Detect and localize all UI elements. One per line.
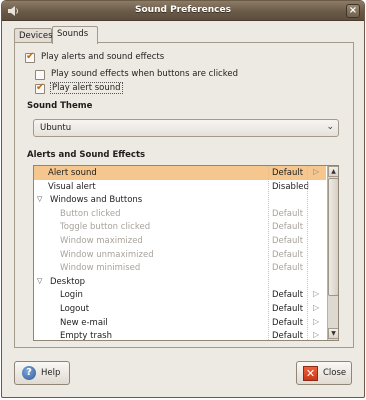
scroll-thumb[interactable]: [328, 178, 338, 296]
column-divider: [307, 166, 308, 340]
list-item-name: New e-mail: [60, 317, 108, 328]
list-item[interactable]: Window maximized Default: [34, 234, 326, 248]
list-item-name: Login: [60, 290, 83, 301]
list-item-name: Logout: [60, 304, 90, 314]
scroll-down-button[interactable]: ▼: [328, 328, 338, 339]
play-icon[interactable]: ▷: [313, 167, 319, 176]
list-item-status: Default: [272, 263, 304, 274]
list-item-name: Window unmaximized: [60, 249, 154, 260]
alerts-heading: Alerts and Sound Effects: [27, 150, 146, 160]
list-item-name: Button clicked: [60, 208, 121, 219]
list-item[interactable]: ▽ Desktop: [34, 275, 326, 289]
close-button[interactable]: ✕ Close: [296, 361, 352, 385]
list-item-status: Default: [272, 304, 304, 314]
list-item-name: Empty trash: [60, 331, 112, 341]
column-divider: [268, 166, 269, 340]
play-alerts-checkbox[interactable]: [25, 51, 35, 63]
alert-sound-checkbox[interactable]: [35, 82, 45, 94]
button-sounds-checkbox[interactable]: [35, 70, 45, 80]
list-item-name: Visual alert: [48, 181, 96, 192]
list-item[interactable]: ▽ Windows and Buttons: [34, 193, 326, 207]
alert-sound-label[interactable]: Play alert sound: [50, 82, 123, 94]
list-item-name: Toggle button clicked: [60, 222, 151, 233]
play-icon[interactable]: ▷: [313, 303, 319, 312]
play-icon[interactable]: ▷: [313, 330, 319, 339]
list-item[interactable]: New e-mail Default ▷: [34, 316, 326, 330]
play-icon[interactable]: ▷: [313, 317, 319, 326]
tab-sounds[interactable]: Sounds: [52, 26, 98, 44]
sound-theme-dropdown[interactable]: Ubuntu ⌄: [33, 119, 339, 137]
list-item-name: Desktop: [50, 276, 86, 287]
list-item-name: Window maximized: [60, 236, 143, 246]
list-item-status: Default: [272, 168, 304, 178]
list-item[interactable]: Logout Default ▷: [34, 302, 326, 316]
list-item-status: Disabled: [272, 181, 309, 192]
expander-icon[interactable]: ▽: [37, 277, 42, 285]
list-item-status: Default: [272, 317, 304, 328]
list-item[interactable]: Button clicked Default: [34, 207, 326, 221]
tab-devices[interactable]: Devices: [14, 28, 53, 43]
button-sounds-label[interactable]: Play sound effects when buttons are clic…: [51, 69, 238, 79]
sound-theme-heading: Sound Theme: [27, 101, 93, 111]
help-icon: ?: [22, 366, 36, 380]
play-icon[interactable]: ▷: [313, 289, 319, 298]
chevron-down-icon: ⌄: [326, 122, 334, 132]
window-title: Sound Preferences: [135, 5, 231, 15]
sound-theme-value: Ubuntu: [40, 123, 72, 133]
play-alerts-label[interactable]: Play alerts and sound effects: [41, 52, 164, 62]
list-item[interactable]: Window unmaximized Default: [34, 248, 326, 262]
list-item-status: Default: [272, 331, 304, 341]
help-button-label: Help: [41, 368, 61, 378]
title-bar[interactable]: Sound Preferences ×: [2, 1, 364, 21]
list-item-status: Default: [272, 222, 304, 233]
list-item-status: Default: [272, 236, 304, 246]
expander-icon[interactable]: ▽: [37, 195, 42, 203]
list-item-name: Window minimised: [60, 263, 141, 274]
sound-preferences-window: Sound Preferences × Devices Sounds Play …: [1, 0, 365, 398]
sounds-tab-panel: Play alerts and sound effects Play sound…: [14, 42, 354, 348]
help-button[interactable]: ? Help: [14, 361, 70, 385]
list-item-name: Alert sound: [48, 168, 97, 178]
list-item[interactable]: Window minimised Default: [34, 261, 326, 275]
list-item-name: Windows and Buttons: [50, 195, 143, 206]
list-item[interactable]: Login Default ▷: [34, 288, 326, 302]
close-button-label: Close: [323, 368, 347, 378]
list-item[interactable]: Empty trash Default ▷: [34, 329, 326, 341]
list-item[interactable]: Alert sound Default ▷: [34, 166, 326, 180]
window-close-button[interactable]: ×: [346, 4, 360, 18]
scroll-up-button[interactable]: ▲: [328, 166, 338, 177]
list-item[interactable]: Toggle button clicked Default: [34, 220, 326, 234]
list-item-status: Default: [272, 208, 304, 219]
alerts-list[interactable]: Alert sound Default ▷ Visual alert Disabled ▽…: [33, 165, 339, 341]
list-item[interactable]: Visual alert Disabled: [34, 180, 326, 194]
list-item-status: Default: [272, 249, 304, 260]
list-item-status: Default: [272, 290, 304, 301]
alerts-scrollbar[interactable]: ▲ ▼: [327, 166, 338, 340]
close-icon: ✕: [303, 366, 318, 381]
